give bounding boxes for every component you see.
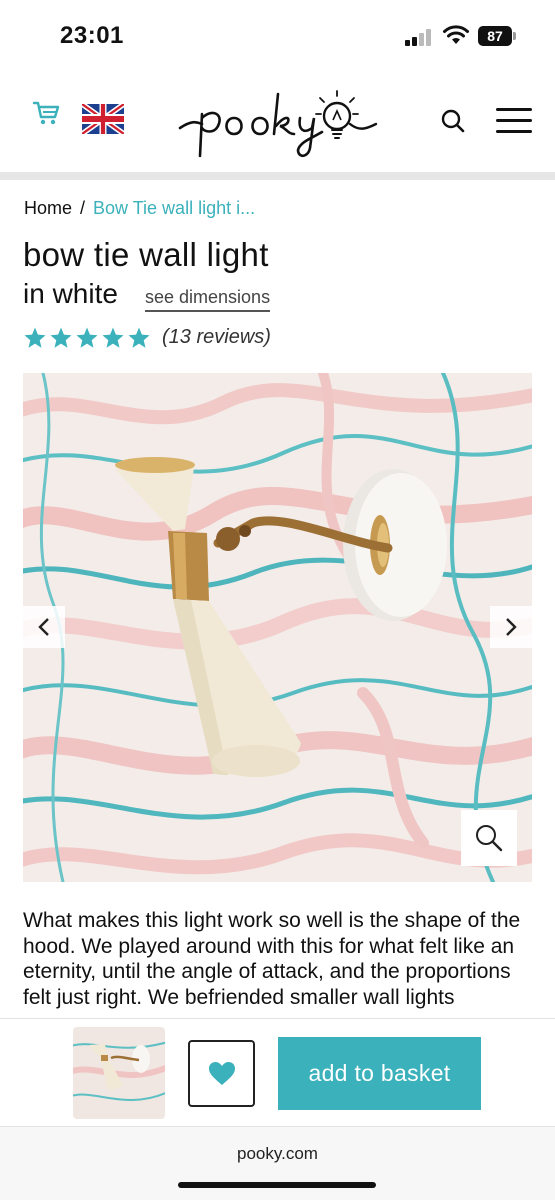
previous-image-button[interactable] <box>23 606 65 648</box>
sticky-purchase-bar: add to basket <box>0 1018 555 1126</box>
site-header: pooky <box>0 72 555 172</box>
uk-flag-icon[interactable] <box>81 101 125 137</box>
rating-stars[interactable] <box>23 326 151 352</box>
breadcrumb-current[interactable]: Bow Tie wall light i... <box>93 198 255 218</box>
breadcrumb-separator: / <box>80 198 86 218</box>
browser-address-bar[interactable]: pooky.com <box>0 1126 555 1200</box>
star-icon <box>24 327 46 348</box>
search-icon[interactable] <box>440 108 466 134</box>
breadcrumb: Home / Bow Tie wall light i... <box>24 198 255 219</box>
product-image[interactable] <box>23 373 532 882</box>
add-to-basket-button[interactable]: add to basket <box>278 1037 481 1110</box>
cart-icon[interactable] <box>32 100 60 126</box>
see-dimensions-link[interactable]: see dimensions <box>145 287 271 312</box>
star-icon <box>102 327 124 348</box>
status-time: 23:01 <box>60 22 124 49</box>
chevron-left-icon <box>38 618 49 636</box>
product-description: What makes this light work so well is th… <box>23 909 521 1009</box>
cellular-signal-icon <box>405 28 435 46</box>
pooky-logo[interactable]: pooky <box>172 80 382 164</box>
battery-icon: 87 <box>478 26 516 46</box>
reviews-link[interactable]: (13 reviews) <box>162 326 271 349</box>
home-indicator[interactable] <box>178 1182 376 1188</box>
star-icon <box>76 327 98 348</box>
battery-level: 87 <box>478 26 512 46</box>
heart-icon <box>208 1061 235 1085</box>
wishlist-button[interactable] <box>188 1040 255 1107</box>
header-divider <box>0 172 555 180</box>
product-title: bow tie wall light <box>23 236 269 273</box>
status-bar: 23:01 87 <box>0 0 555 72</box>
next-image-button[interactable] <box>490 606 532 648</box>
zoom-button[interactable] <box>461 810 517 866</box>
zoom-icon <box>476 825 503 852</box>
menu-icon[interactable] <box>496 108 532 134</box>
product-thumbnail[interactable] <box>73 1027 165 1119</box>
star-icon <box>128 327 150 348</box>
star-icon <box>50 327 72 348</box>
product-variant: in white <box>23 278 118 309</box>
browser-url[interactable]: pooky.com <box>0 1144 555 1164</box>
chevron-right-icon <box>506 618 517 636</box>
wifi-icon <box>442 24 470 46</box>
breadcrumb-home[interactable]: Home <box>24 198 72 218</box>
